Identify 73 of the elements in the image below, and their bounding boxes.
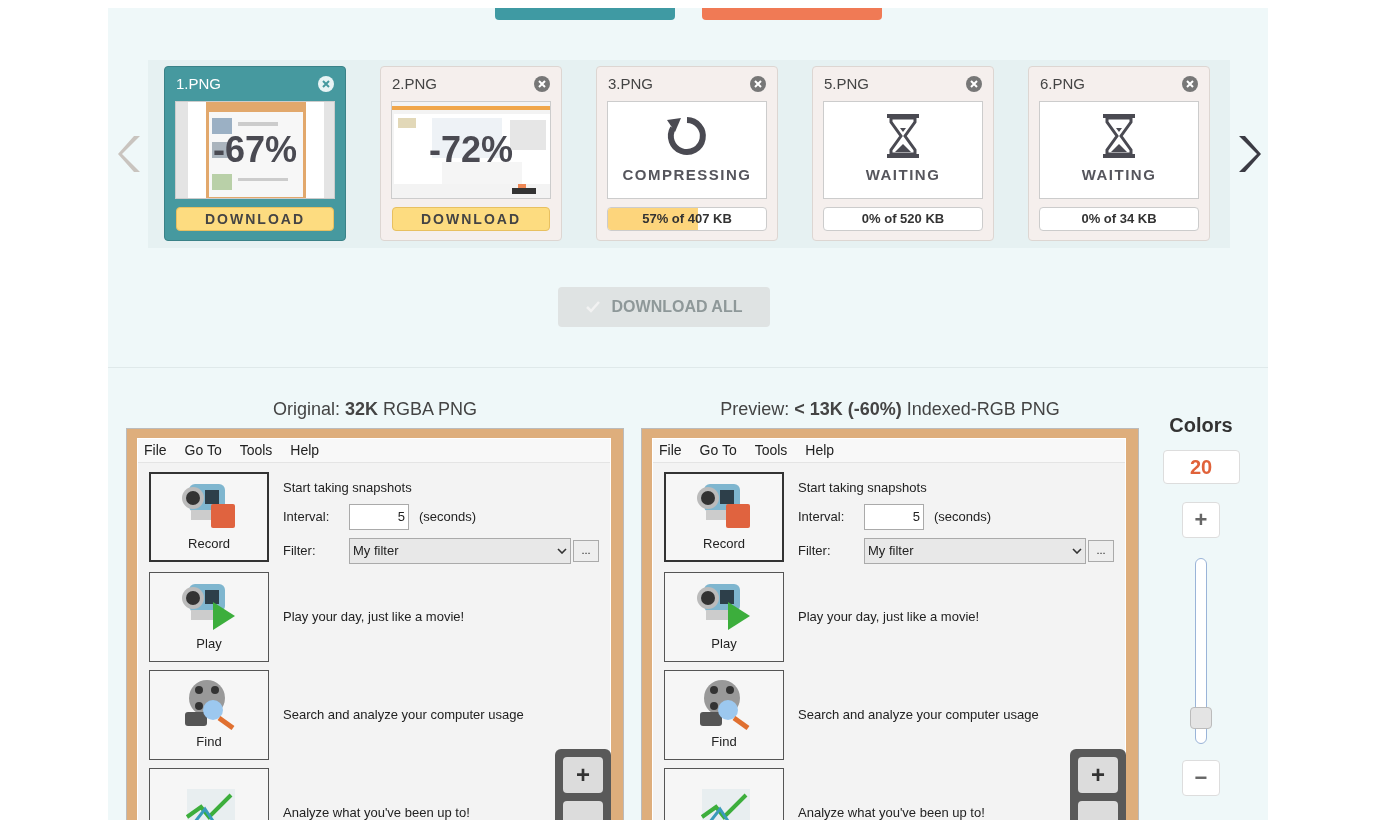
chevron-down-icon bbox=[557, 547, 567, 554]
file-name: 1.PNG bbox=[176, 73, 221, 94]
button[interactable] bbox=[495, 8, 675, 20]
interval-field[interactable]: 5 bbox=[864, 503, 924, 530]
tool-button[interactable]: Play bbox=[149, 571, 269, 662]
pane-caption: Preview: < 13K (-60%) Indexed-RGB PNG bbox=[719, 398, 1061, 421]
progress-text: 0% of 34 KB bbox=[1081, 210, 1157, 229]
hourglass-icon bbox=[1101, 113, 1137, 158]
close-icon bbox=[966, 76, 982, 92]
slider-thumb[interactable] bbox=[1190, 707, 1212, 730]
chevron-down-icon bbox=[1072, 547, 1082, 554]
description-text: Play your day, just like a movie! bbox=[283, 607, 465, 626]
close-icon bbox=[1182, 76, 1198, 92]
filter-dropdown[interactable]: My filter bbox=[864, 537, 1086, 564]
close-icon bbox=[750, 76, 766, 92]
filter-dropdown[interactable]: My filter bbox=[349, 537, 571, 564]
description-text: Search and analyze your computer usage bbox=[283, 705, 524, 724]
zoom-in-button[interactable]: + bbox=[1078, 757, 1118, 793]
field-label: Interval: bbox=[798, 507, 846, 526]
unit-label: (seconds) bbox=[419, 507, 477, 526]
button[interactable] bbox=[702, 8, 882, 20]
menu-item[interactable]: Go To bbox=[699, 440, 737, 461]
tool-button[interactable]: Record bbox=[664, 472, 784, 562]
tool-button[interactable]: Play bbox=[664, 571, 784, 662]
tool-button[interactable]: Record bbox=[149, 472, 269, 562]
tool-button[interactable]: Find bbox=[664, 669, 784, 760]
slider[interactable] bbox=[1189, 558, 1213, 744]
description-text: Play your day, just like a movie! bbox=[798, 607, 980, 626]
menu-item[interactable]: Help bbox=[805, 440, 835, 461]
menu-item[interactable]: Go To bbox=[184, 440, 222, 461]
close-icon bbox=[318, 76, 334, 92]
more-button[interactable]: ... bbox=[1088, 539, 1114, 562]
field-label: Interval: bbox=[283, 507, 331, 526]
menu-item[interactable]: Tools bbox=[239, 440, 273, 461]
saving-percent: -72% bbox=[428, 132, 513, 168]
menu-item[interactable]: Tools bbox=[754, 440, 788, 461]
download-button[interactable]: DOWNLOAD bbox=[176, 207, 334, 231]
zoom-in-button[interactable]: + bbox=[563, 757, 603, 793]
file-card[interactable]: 6.PNG WAITING 0% of 34 KB bbox=[1028, 66, 1210, 241]
description-text: Analyze what you've been up to! bbox=[283, 803, 470, 820]
progress-text: 0% of 520 KB bbox=[861, 210, 945, 229]
status-label: WAITING bbox=[865, 164, 941, 185]
file-name: 2.PNG bbox=[392, 73, 437, 94]
close-icon bbox=[534, 76, 550, 92]
hourglass-icon bbox=[885, 113, 921, 158]
menu-item[interactable]: File bbox=[144, 440, 167, 461]
unit-label: (seconds) bbox=[934, 507, 992, 526]
interval-field[interactable]: 5 bbox=[349, 503, 409, 530]
menu-item[interactable]: File bbox=[659, 440, 682, 461]
tool-button[interactable]: Find bbox=[149, 669, 269, 760]
field-label: Filter: bbox=[798, 541, 832, 560]
file-card[interactable]: 2.PNG -72% DOWNLOAD bbox=[380, 66, 562, 241]
download-button[interactable]: DOWNLOAD bbox=[392, 207, 550, 231]
file-card[interactable]: 1.PNG -67% DOWNLOAD bbox=[164, 66, 346, 241]
more-button[interactable]: ... bbox=[573, 539, 599, 562]
description-text: Start taking snapshots bbox=[798, 479, 928, 497]
description-text: Search and analyze your computer usage bbox=[798, 705, 1039, 724]
status-label: WAITING bbox=[1081, 164, 1157, 185]
file-name: 3.PNG bbox=[608, 73, 653, 94]
description-text: Start taking snapshots bbox=[283, 479, 413, 497]
file-name: 5.PNG bbox=[824, 73, 869, 94]
description-text: Analyze what you've been up to! bbox=[798, 803, 985, 820]
file-name: 6.PNG bbox=[1040, 73, 1085, 94]
status-label: COMPRESSING bbox=[622, 164, 752, 185]
saving-percent: -67% bbox=[212, 132, 297, 168]
menu-item[interactable]: Help bbox=[290, 440, 320, 461]
colors-field[interactable]: 20 bbox=[1162, 450, 1240, 484]
file-card[interactable]: 5.PNG WAITING 0% of 520 KB bbox=[812, 66, 994, 241]
increase-button[interactable]: + bbox=[1182, 502, 1220, 538]
field-label: Filter: bbox=[283, 541, 317, 560]
colors-label: Colors bbox=[1169, 413, 1233, 438]
pane-caption: Original: 32K RGBA PNG bbox=[271, 398, 479, 421]
decrease-button[interactable]: − bbox=[1182, 760, 1220, 796]
